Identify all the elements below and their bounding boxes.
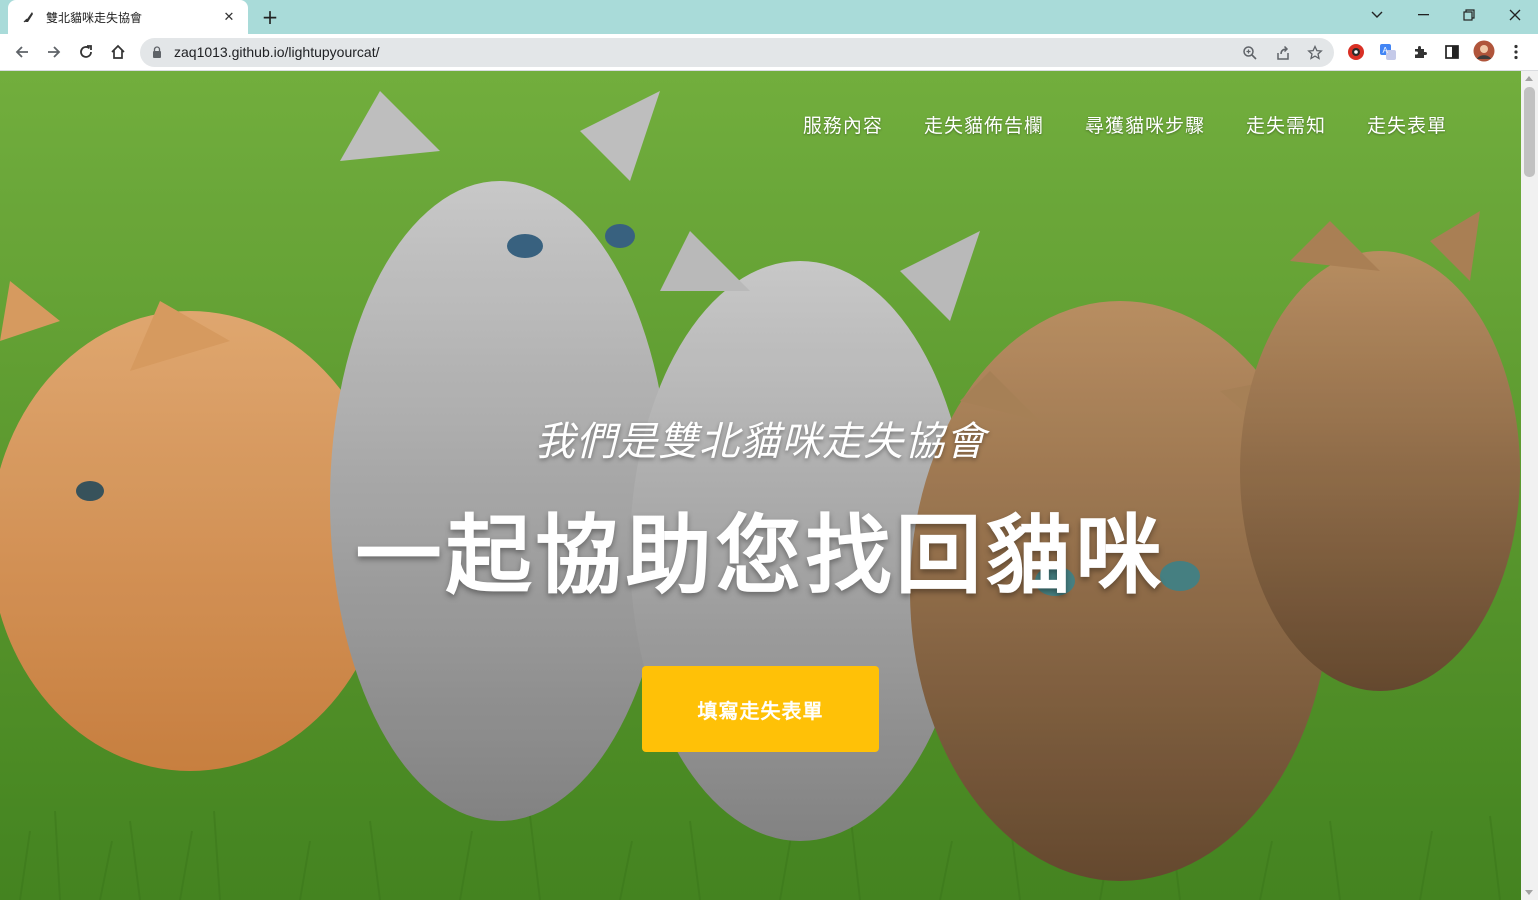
browser-toolbar: zaq1013.github.io/lightupyourcat/ A xyxy=(0,34,1538,71)
restore-window-icon[interactable] xyxy=(1446,0,1492,30)
minimize-window-icon[interactable] xyxy=(1400,0,1446,30)
profile-avatar[interactable] xyxy=(1473,40,1495,62)
share-icon[interactable] xyxy=(1273,43,1293,63)
nav-lost-form[interactable]: 走失表單 xyxy=(1367,111,1447,138)
scroll-down-arrow-icon[interactable] xyxy=(1525,890,1533,895)
address-bar[interactable]: zaq1013.github.io/lightupyourcat/ xyxy=(140,38,1334,67)
site-navigation: 服務內容 走失貓佈告欄 尋獲貓咪步驟 走失需知 走失表單 xyxy=(803,111,1447,138)
favicon-icon xyxy=(22,10,36,24)
scroll-thumb[interactable] xyxy=(1524,87,1535,177)
extension-red-icon[interactable] xyxy=(1345,41,1367,63)
svg-text:A: A xyxy=(1383,46,1389,55)
tab-title: 雙北貓咪走失協會 xyxy=(46,10,143,25)
hero-subtitle: 我們是雙北貓咪走失協會 xyxy=(535,419,986,465)
zoom-icon[interactable] xyxy=(1240,43,1260,63)
reload-icon[interactable] xyxy=(72,38,100,66)
hero-section: 服務內容 走失貓佈告欄 尋獲貓咪步驟 走失需知 走失表單 我們是雙北貓咪走失協會… xyxy=(0,71,1521,900)
puzzle-icon[interactable] xyxy=(1409,41,1431,63)
scroll-up-arrow-icon[interactable] xyxy=(1525,76,1533,81)
hero-headline: 一起協助您找回貓咪 xyxy=(355,506,1166,606)
close-window-icon[interactable] xyxy=(1492,0,1538,30)
nav-found-steps[interactable]: 尋獲貓咪步驟 xyxy=(1085,111,1205,138)
nav-lost-cat-board[interactable]: 走失貓佈告欄 xyxy=(924,111,1044,138)
tab-close-icon[interactable]: ✕ xyxy=(220,8,238,26)
menu-icon[interactable] xyxy=(1505,41,1527,63)
nav-services[interactable]: 服務內容 xyxy=(803,111,883,138)
browser-tab[interactable]: 雙北貓咪走失協會 ✕ xyxy=(8,0,248,34)
sidepanel-icon[interactable] xyxy=(1441,41,1463,63)
page-viewport: 服務內容 走失貓佈告欄 尋獲貓咪步驟 走失需知 走失表單 我們是雙北貓咪走失協會… xyxy=(0,71,1521,900)
browser-tab-strip: 雙北貓咪走失協會 ✕ + xyxy=(0,0,1538,34)
new-tab-button[interactable]: + xyxy=(258,5,282,29)
nav-lost-notice[interactable]: 走失需知 xyxy=(1246,111,1326,138)
lock-icon[interactable] xyxy=(152,46,162,58)
url-text[interactable]: zaq1013.github.io/lightupyourcat/ xyxy=(174,44,379,60)
translate-icon[interactable]: A xyxy=(1377,41,1399,63)
bookmark-star-icon[interactable] xyxy=(1305,43,1325,63)
fill-lost-form-button[interactable]: 填寫走失表單 xyxy=(642,666,879,752)
back-icon[interactable] xyxy=(8,38,36,66)
home-icon[interactable] xyxy=(104,38,132,66)
forward-icon[interactable] xyxy=(40,38,68,66)
tab-search-dropdown-icon[interactable] xyxy=(1354,0,1400,30)
page-scrollbar[interactable] xyxy=(1521,71,1538,900)
